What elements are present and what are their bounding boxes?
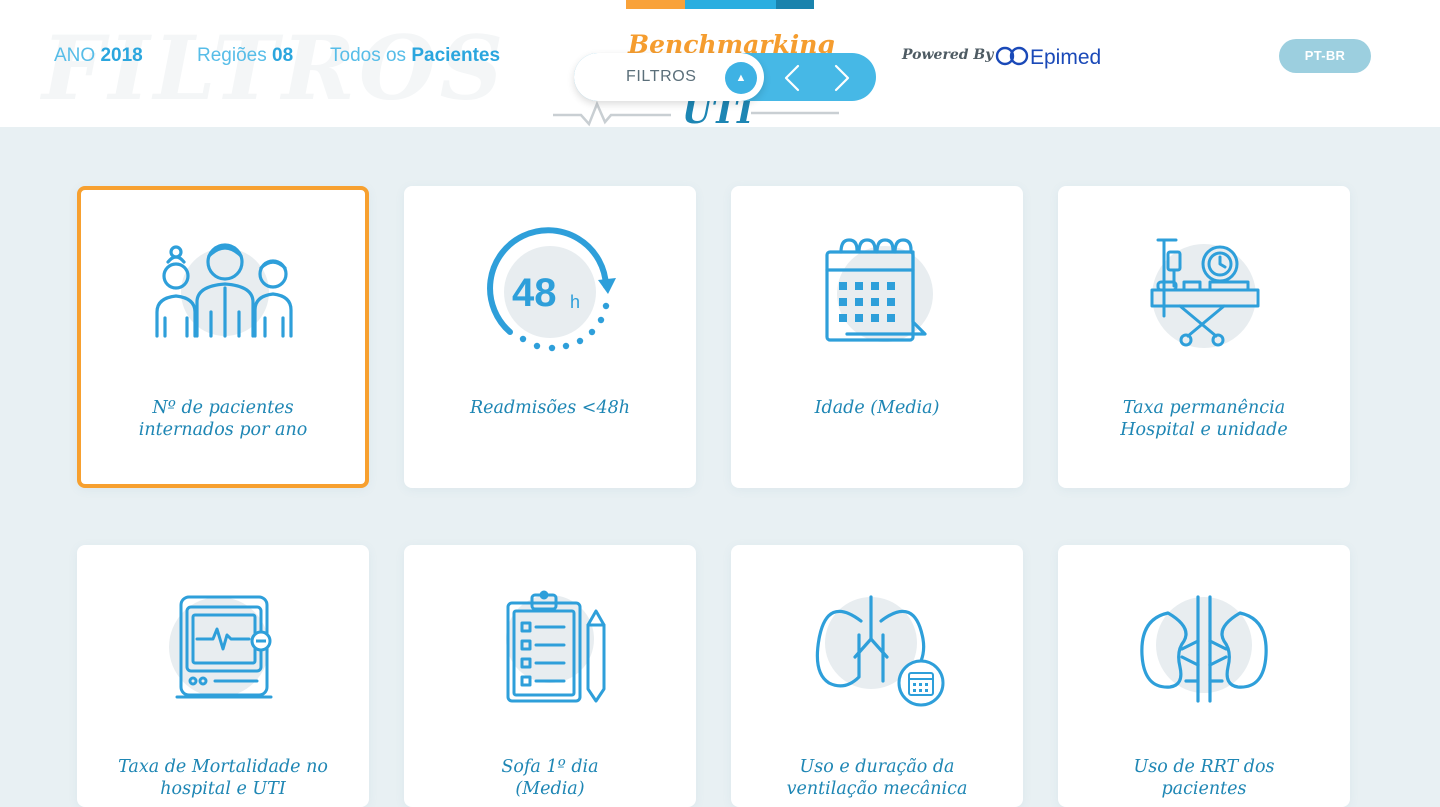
stat-ano[interactable]: ANO 2018 (54, 45, 143, 67)
card-sofa[interactable]: Sofa 1º dia (Media) (404, 545, 696, 807)
filter-label: FILTROS (626, 68, 697, 85)
stat-pacientes[interactable]: Todos os Pacientes (330, 45, 500, 67)
logo-stripe-dark (776, 0, 814, 9)
stat-pacientes-label: Todos os (330, 45, 407, 66)
clipboard-icon (506, 590, 606, 703)
logo-stripe-blue (685, 0, 776, 9)
card-label: Readmisões <48h (470, 398, 630, 418)
card-label: Taxa de Mortalidade no hospital e UTI (118, 757, 328, 799)
heart-monitor-icon (169, 595, 273, 699)
badge-number: 48 (512, 271, 557, 315)
card-age[interactable]: Idade (Media) (731, 186, 1023, 488)
lungs-icon (815, 595, 945, 707)
stat-pacientes-value: Pacientes (411, 45, 501, 66)
filter-button[interactable]: FILTROS ▲ (574, 53, 764, 101)
language-button[interactable]: PT-BR (1279, 39, 1371, 73)
card-patients[interactable]: Nº de pacientes internados por ano (77, 186, 369, 488)
card-label: Taxa permanência Hospital e unidade (1120, 398, 1288, 440)
patients-group-icon (155, 243, 293, 338)
card-label: Uso e duração da ventilação mecânica (786, 757, 968, 799)
filter-control: FILTROS ▲ (574, 53, 876, 101)
brand-text: Epimed (1030, 46, 1101, 69)
clock-48h-icon: 48 h (487, 227, 616, 352)
card-ventilation[interactable]: Uso e duração da ventilação mecânica (731, 545, 1023, 807)
hospital-bed-icon (1150, 238, 1260, 348)
card-label: Idade (Media) (814, 398, 940, 418)
calendar-icon (825, 238, 933, 342)
kidneys-icon (1140, 595, 1268, 703)
card-length-of-stay[interactable]: Taxa permanência Hospital e unidade (1058, 186, 1350, 488)
card-label: Sofa 1º dia (Media) (501, 757, 599, 799)
powered-by-label: Powered By (902, 47, 994, 63)
ghost-title: FILTROS (42, 16, 508, 120)
stat-ano-label: ANO (54, 45, 96, 66)
epimed-logo: Epimed (995, 46, 1101, 69)
card-readmissions[interactable]: 48 h Readmisões <48h (404, 186, 696, 488)
stat-regioes-value: 08 (272, 45, 294, 66)
badge-unit: h (570, 292, 580, 312)
stat-ano-value: 2018 (100, 45, 143, 66)
stat-regioes[interactable]: Regiões 08 (197, 45, 293, 67)
logo-stripe-orange (626, 0, 685, 9)
chevron-right-icon[interactable] (827, 63, 857, 93)
filter-toggle-icon[interactable]: ▲ (725, 62, 757, 94)
card-rrt[interactable]: Uso de RRT dos pacientes (1058, 545, 1350, 807)
stat-regioes-label: Regiões (197, 45, 267, 66)
chevron-left-icon[interactable] (777, 63, 807, 93)
card-mortality[interactable]: Taxa de Mortalidade no hospital e UTI (77, 545, 369, 807)
card-label: Nº de pacientes internados por ano (138, 398, 308, 440)
card-label: Uso de RRT dos pacientes (1133, 757, 1275, 799)
